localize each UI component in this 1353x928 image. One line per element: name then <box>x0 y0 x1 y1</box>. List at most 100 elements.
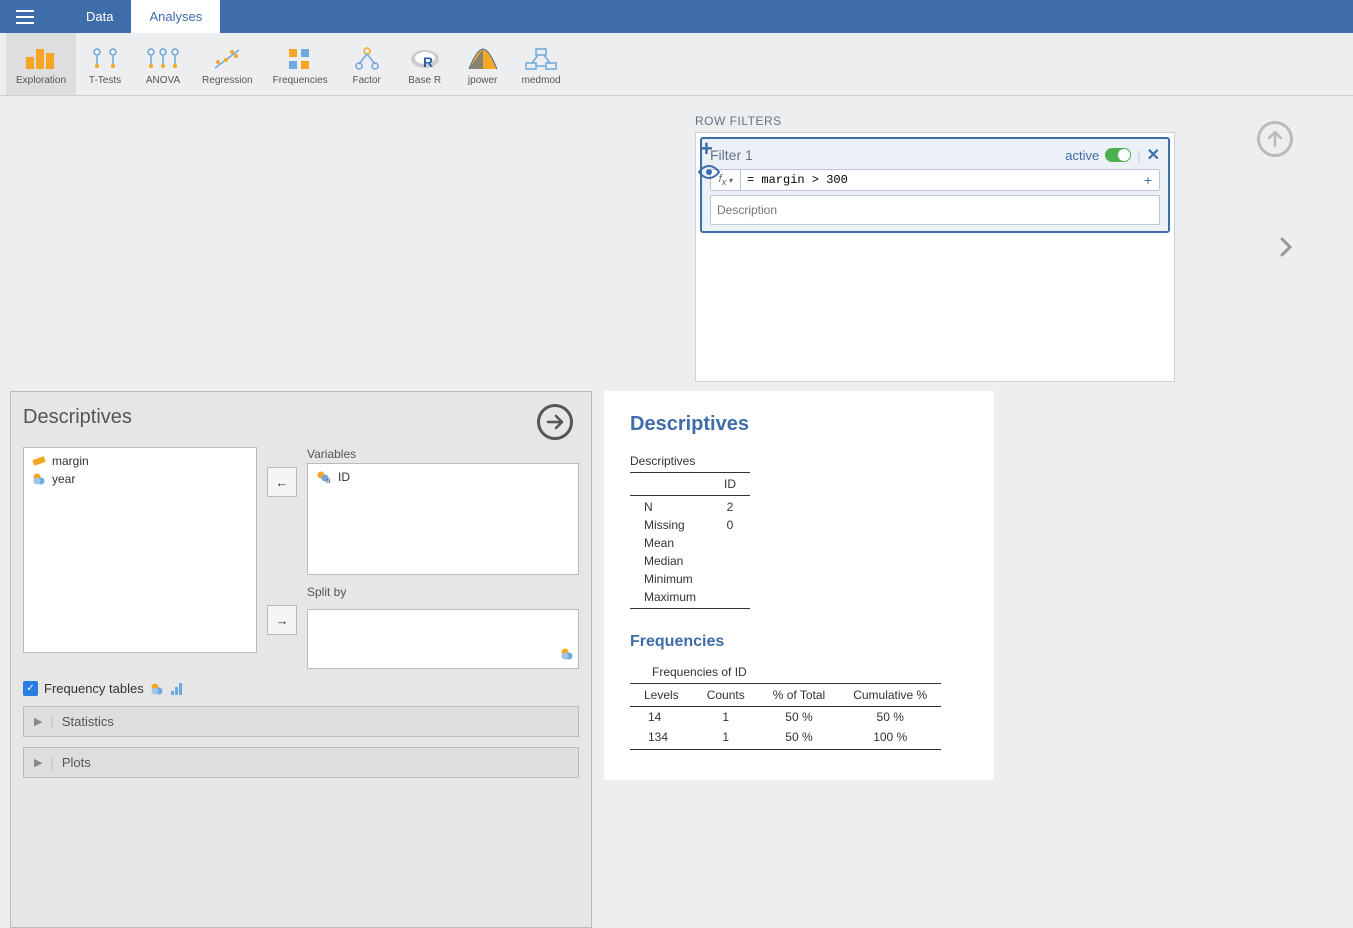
menu-icon[interactable] <box>0 0 50 33</box>
filter-formula-row: fx▾ + <box>710 169 1160 191</box>
ribbon-jpower-label: jpower <box>468 75 497 86</box>
factor-icon <box>352 43 382 75</box>
analysis-split: Descriptives margin year ← → <box>0 391 1353 928</box>
ribbon-frequencies-label: Frequencies <box>273 75 328 86</box>
var-label: margin <box>52 454 89 468</box>
top-bar: Data Analyses <box>0 0 1353 33</box>
separator: | <box>1137 148 1140 163</box>
var-label: year <box>52 472 75 486</box>
descriptives-table-title: Descriptives <box>630 454 968 468</box>
add-condition-icon[interactable]: + <box>1137 170 1159 190</box>
move-to-variables-button[interactable]: ← <box>267 467 297 497</box>
results-panel: Descriptives Descriptives ID N2 Missing0… <box>598 391 1353 928</box>
descriptives-table: ID N2 Missing0 Mean Median Minimum Maxim… <box>630 472 750 609</box>
stat-label: Minimum <box>630 570 710 588</box>
options-title: Descriptives <box>23 406 579 429</box>
filter-active-toggle[interactable] <box>1105 148 1131 162</box>
variables-label: Variables <box>307 447 579 461</box>
ordinal-icon <box>170 682 184 696</box>
filter-name: Filter 1 <box>710 147 753 163</box>
ribbon-medmod[interactable]: medmod <box>512 33 571 95</box>
regression-icon <box>212 43 242 75</box>
stat-label: Median <box>630 552 710 570</box>
var-label: ID <box>338 470 350 484</box>
stat-value: 0 <box>710 516 750 534</box>
nominal-text-icon: a <box>316 470 332 484</box>
plots-accordion[interactable]: ▶ | Plots <box>23 747 579 778</box>
statistics-label: Statistics <box>62 714 114 729</box>
frequency-tables-label: Frequency tables <box>44 681 144 696</box>
source-variable-list[interactable]: margin year <box>23 447 257 653</box>
ribbon-ttests[interactable]: T-Tests <box>76 33 134 95</box>
freq-count: 1 <box>693 707 759 728</box>
chevron-right-icon: ▶ <box>34 756 42 769</box>
frequencies-table-title: Frequencies of ID <box>652 665 968 679</box>
frequency-tables-row: ✓ Frequency tables <box>23 681 579 696</box>
nominal-icon <box>150 682 164 696</box>
nominal-permitted-icon <box>560 647 574 664</box>
ribbon-ttests-label: T-Tests <box>89 75 121 86</box>
frequencies-icon <box>287 43 313 75</box>
base-r-icon: R <box>409 43 441 75</box>
ribbon-anova[interactable]: ANOVA <box>134 33 192 95</box>
freq-level: 14 <box>630 707 693 728</box>
nominal-icon <box>32 472 46 486</box>
ribbon-regression[interactable]: Regression <box>192 33 263 95</box>
freq-pct: 50 % <box>759 727 839 750</box>
freq-cum: 50 % <box>839 707 941 728</box>
ribbon-factor[interactable]: Factor <box>338 33 396 95</box>
filter-description-input[interactable] <box>710 195 1160 225</box>
collapse-options-icon[interactable] <box>537 404 573 440</box>
svg-text:a: a <box>326 476 331 484</box>
ribbon-jpower[interactable]: jpower <box>454 33 512 95</box>
exploration-icon <box>24 43 58 75</box>
close-filter-icon[interactable]: ✕ <box>1147 145 1160 165</box>
ribbon-base-r[interactable]: R Base R <box>396 33 454 95</box>
ribbon-anova-label: ANOVA <box>146 75 180 86</box>
add-filter-icon[interactable]: + <box>700 136 713 162</box>
scroll-up-icon[interactable] <box>1257 121 1293 157</box>
freq-cum: 100 % <box>839 727 941 750</box>
filter-formula-input[interactable] <box>741 170 1137 190</box>
row-filters-title: ROW FILTERS <box>695 114 1175 128</box>
data-view-area: ROW FILTERS Filter 1 active | ✕ fx▾ + <box>0 96 1353 391</box>
continuous-icon <box>32 454 46 468</box>
ttests-icon <box>90 43 120 75</box>
frequency-tables-checkbox[interactable]: ✓ <box>23 681 38 696</box>
results-card: Descriptives Descriptives ID N2 Missing0… <box>604 391 994 780</box>
frequencies-table: Levels Counts % of Total Cumulative % 14… <box>630 683 941 750</box>
ribbon-exploration[interactable]: Exploration <box>6 33 76 95</box>
freq-pct: 50 % <box>759 707 839 728</box>
stat-label: Maximum <box>630 588 710 609</box>
svg-text:R: R <box>423 54 433 70</box>
collapse-right-icon[interactable] <box>1279 236 1293 261</box>
splitby-target-list[interactable] <box>307 609 579 669</box>
options-panel: Descriptives margin year ← → <box>10 391 592 928</box>
results-descriptives-title: Descriptives <box>630 413 968 436</box>
stat-value: 2 <box>710 496 750 517</box>
statistics-accordion[interactable]: ▶ | Statistics <box>23 706 579 737</box>
variables-target-list[interactable]: a ID <box>307 463 579 575</box>
tab-data[interactable]: Data <box>68 0 131 33</box>
ribbon-factor-label: Factor <box>352 75 380 86</box>
ribbon-base-r-label: Base R <box>408 75 441 86</box>
move-to-splitby-button[interactable]: → <box>267 605 297 635</box>
table-header: ID <box>710 473 750 496</box>
target-var-id[interactable]: a ID <box>312 468 574 486</box>
source-var-year[interactable]: year <box>28 470 252 488</box>
tab-analyses[interactable]: Analyses <box>131 0 220 33</box>
splitby-label: Split by <box>307 585 579 599</box>
analysis-ribbon: Exploration T-Tests ANOVA Regression Fre… <box>0 33 1353 96</box>
stat-value <box>710 588 750 609</box>
ribbon-frequencies[interactable]: Frequencies <box>263 33 338 95</box>
freq-count: 1 <box>693 727 759 750</box>
filter-card-1: Filter 1 active | ✕ fx▾ + <box>700 137 1170 233</box>
source-var-margin[interactable]: margin <box>28 452 252 470</box>
eye-icon[interactable] <box>698 164 720 183</box>
medmod-icon <box>524 43 558 75</box>
stat-label: Missing <box>630 516 710 534</box>
ribbon-medmod-label: medmod <box>522 75 561 86</box>
filter-active-label: active <box>1065 148 1099 163</box>
anova-icon <box>145 43 181 75</box>
freq-level: 134 <box>630 727 693 750</box>
